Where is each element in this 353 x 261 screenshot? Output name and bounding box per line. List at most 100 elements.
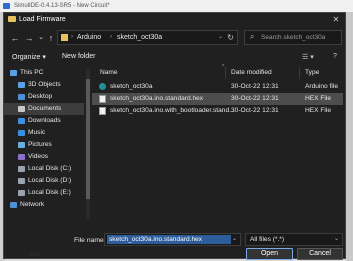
address-bar[interactable]: › Arduino › sketch_oct30a ⌄ ↻: [57, 30, 238, 45]
file-type: HEX File: [305, 95, 332, 102]
app-title: SimulIDE-0.4.13-SR5 - New Circuit*: [14, 3, 110, 9]
file-name-combobox[interactable]: ⌄: [104, 233, 241, 246]
background-panel-right: [346, 12, 353, 261]
file-type: HEX File: [305, 107, 332, 114]
breadcrumb-separator: ›: [110, 34, 112, 40]
sidebar-item[interactable]: Downloads: [4, 115, 84, 127]
file-date: 30-Oct-22 12:31: [231, 95, 279, 102]
sidebar-scrollbar[interactable]: [86, 69, 90, 219]
sidebar-item-label: 3D Objects: [28, 81, 61, 88]
sidebar-item-label: This PC: [20, 69, 44, 76]
arduino-file-icon: [99, 83, 106, 90]
file-name: sketch_oct30a.ino.with_bootloader.stand.…: [110, 107, 235, 114]
file-row[interactable]: sketch_oct30a.ino.with_bootloader.stand.…: [92, 105, 343, 117]
background-component-label: Ard...: [30, 252, 45, 258]
sidebar-item[interactable]: This PC: [4, 67, 84, 79]
navigation-pane: This PC 3D Objects Desktop Documents Downloa…: [4, 67, 86, 227]
sidebar-item-label: Local Disk (C:): [28, 165, 72, 172]
scrollbar-thumb[interactable]: [86, 79, 90, 199]
sidebar-item-label: Desktop: [28, 93, 53, 100]
file-type-filter-select[interactable]: All files (*.*) ⌄: [245, 233, 343, 246]
cube-icon: [18, 82, 25, 88]
chevron-down-icon[interactable]: ⌄: [218, 31, 223, 44]
sidebar-item-label: Music: [28, 129, 46, 136]
file-row-selected[interactable]: sketch_oct30a.ino.standard.hex 30-Oct-22…: [92, 93, 343, 105]
column-headers: ^ Name Date modified Type: [92, 64, 346, 79]
pictures-icon: [18, 142, 25, 148]
new-folder-button[interactable]: New folder: [62, 53, 95, 60]
open-button[interactable]: Open: [246, 248, 293, 260]
search-icon: ⌕: [250, 32, 255, 41]
sidebar-item-label: Videos: [28, 153, 49, 160]
search-input[interactable]: [261, 32, 339, 43]
sidebar-item-label: Local Disk (E:): [28, 189, 71, 196]
file-name-label: File name:: [74, 237, 106, 244]
computer-icon: [10, 70, 17, 76]
load-firmware-dialog: Load Firmware ✕ ← → ⌄ ↑ › Arduino › sket…: [3, 12, 346, 260]
documents-icon: [18, 106, 25, 112]
close-icon[interactable]: ✕: [331, 13, 341, 26]
sort-indicator-icon: ^: [222, 64, 225, 70]
simulide-logo-icon: [3, 3, 10, 9]
file-name: sketch_oct30a: [110, 83, 153, 90]
network-icon: [10, 202, 17, 208]
column-divider[interactable]: [225, 67, 226, 79]
folder-icon: [8, 16, 16, 22]
drive-icon: [18, 166, 25, 172]
drive-icon: [18, 178, 25, 184]
file-date: 30-Oct-22 12:31: [231, 83, 279, 90]
dialog-title: Load Firmware: [19, 16, 66, 23]
desktop-icon: [18, 94, 25, 100]
sidebar-item-label: Network: [20, 201, 45, 208]
search-box[interactable]: ⌕: [244, 30, 342, 45]
command-bar: Organize ▾ New folder ☰ ▾ ?: [4, 50, 345, 64]
column-header-type[interactable]: Type: [305, 69, 319, 76]
sidebar-item[interactable]: 3D Objects: [4, 79, 84, 91]
breadcrumb-sketch[interactable]: sketch_oct30a: [117, 31, 162, 44]
file-name: sketch_oct30a.ino.standard.hex: [110, 95, 204, 102]
sidebar-item[interactable]: Videos: [4, 151, 84, 163]
file-name-input[interactable]: [107, 235, 231, 244]
help-icon[interactable]: ?: [333, 53, 337, 60]
column-header-name[interactable]: Name: [100, 69, 118, 76]
cancel-button[interactable]: Cancel: [297, 248, 343, 260]
music-icon: [18, 130, 25, 136]
organize-button[interactable]: Organize ▾: [12, 53, 46, 61]
forward-arrow-icon[interactable]: →: [24, 32, 34, 44]
refresh-icon[interactable]: ↻: [227, 31, 234, 44]
drive-icon: [18, 190, 25, 196]
sidebar-item-label: Local Disk (D:): [28, 177, 72, 184]
file-row[interactable]: sketch_oct30a 30-Oct-22 12:31 Arduino fi…: [92, 81, 343, 93]
videos-icon: [18, 154, 25, 160]
column-divider[interactable]: [299, 67, 300, 79]
sidebar-item-label: Downloads: [28, 117, 61, 124]
sidebar-item[interactable]: Pictures: [4, 139, 84, 151]
download-icon: [18, 118, 25, 124]
recent-locations-icon[interactable]: ⌄: [36, 32, 46, 44]
file-date: 30-Oct-22 12:31: [231, 107, 279, 114]
chevron-down-icon[interactable]: ⌄: [334, 234, 339, 245]
folder-path-icon: [61, 34, 68, 41]
sidebar-item[interactable]: Music: [4, 127, 84, 139]
up-arrow-icon[interactable]: ↑: [46, 32, 56, 44]
view-options-icon[interactable]: ☰ ▾: [302, 53, 314, 61]
sidebar-item[interactable]: Documents: [4, 103, 84, 115]
breadcrumb-arduino[interactable]: Arduino: [77, 31, 101, 44]
sidebar-item-label: Documents: [28, 105, 62, 112]
breadcrumb-separator: ›: [71, 34, 73, 40]
sidebar-item[interactable]: Local Disk (D:): [4, 175, 84, 187]
column-header-date[interactable]: Date modified: [231, 69, 272, 76]
sidebar-item-label: Pictures: [28, 141, 52, 148]
dialog-titlebar: Load Firmware ✕: [4, 13, 345, 26]
hex-file-icon: [99, 107, 106, 115]
file-type-filter-value: All files (*.*): [250, 236, 285, 243]
sidebar-item[interactable]: Local Disk (C:): [4, 163, 84, 175]
chevron-down-icon[interactable]: ⌄: [232, 234, 237, 245]
app-titlebar: SimulIDE-0.4.13-SR5 - New Circuit*: [0, 0, 353, 12]
back-arrow-icon[interactable]: ←: [10, 32, 20, 44]
file-type: Arduino file: [305, 83, 338, 90]
sidebar-item[interactable]: Local Disk (E:): [4, 187, 84, 199]
sidebar-item[interactable]: Desktop: [4, 91, 84, 103]
hex-file-icon: [99, 95, 106, 103]
sidebar-item[interactable]: Network: [4, 199, 84, 211]
